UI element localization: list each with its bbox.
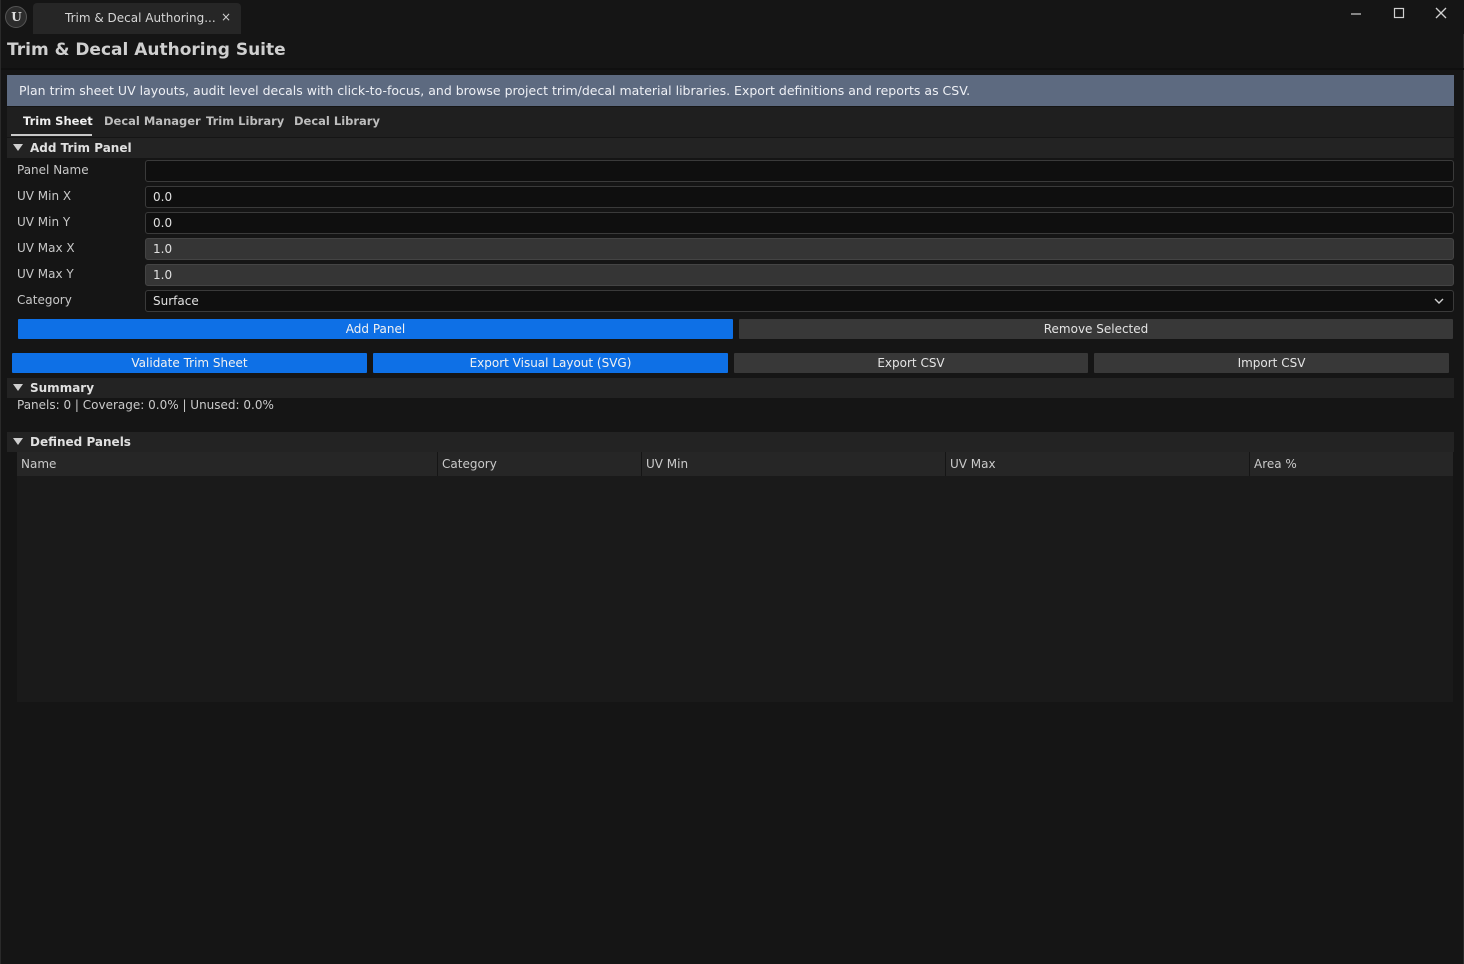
app-window: U Trim & Decal Authoring... × Trim & Dec… xyxy=(0,0,1464,964)
minimize-icon xyxy=(1351,13,1361,15)
close-tab-icon[interactable]: × xyxy=(219,10,233,24)
unreal-logo-icon[interactable]: U xyxy=(5,6,27,28)
tab-bar: Trim Sheet Decal Manager Trim Library De… xyxy=(7,107,1454,137)
export-csv-button[interactable]: Export CSV xyxy=(734,353,1088,373)
chevron-down-icon xyxy=(1434,298,1444,304)
category-label: Category xyxy=(17,293,72,307)
document-tab[interactable]: Trim & Decal Authoring... × xyxy=(33,3,241,34)
panel-name-input[interactable] xyxy=(145,160,1454,182)
column-header-label: Area % xyxy=(1254,457,1297,471)
uv-min-y-input[interactable] xyxy=(145,212,1454,234)
page-title: Trim & Decal Authoring Suite xyxy=(7,40,286,60)
export-svg-button[interactable]: Export Visual Layout (SVG) xyxy=(373,353,728,373)
column-header-label: UV Max xyxy=(950,457,996,471)
section-title: Summary xyxy=(30,381,95,395)
section-title: Defined Panels xyxy=(30,435,131,449)
info-banner-text: Plan trim sheet UV layouts, audit level … xyxy=(19,83,971,98)
column-header-category[interactable]: Category xyxy=(438,452,642,476)
column-header-uv-min[interactable]: UV Min xyxy=(642,452,946,476)
add-panel-button[interactable]: Add Panel xyxy=(18,319,733,339)
category-selected-value: Surface xyxy=(153,294,199,308)
column-header-name[interactable]: Name xyxy=(17,452,438,476)
panel-name-label: Panel Name xyxy=(17,163,89,177)
close-window-button[interactable] xyxy=(1426,3,1456,23)
column-header-uv-max[interactable]: UV Max xyxy=(946,452,1250,476)
section-add-trim-panel[interactable]: Add Trim Panel xyxy=(7,138,1454,158)
section-title: Add Trim Panel xyxy=(30,141,132,155)
remove-selected-button[interactable]: Remove Selected xyxy=(739,319,1453,339)
validate-trim-sheet-button[interactable]: Validate Trim Sheet xyxy=(12,353,367,373)
close-icon xyxy=(1435,7,1447,19)
tab-trim-library[interactable]: Trim Library xyxy=(206,114,284,128)
uv-max-y-input[interactable] xyxy=(145,264,1454,286)
collapse-arrow-icon[interactable] xyxy=(13,144,23,151)
maximize-icon xyxy=(1393,7,1405,19)
uv-min-y-label: UV Min Y xyxy=(17,215,71,229)
tab-decal-manager[interactable]: Decal Manager xyxy=(104,114,201,128)
uv-min-x-input[interactable] xyxy=(145,186,1454,208)
panels-table-body[interactable] xyxy=(17,476,1453,702)
minimize-button[interactable] xyxy=(1341,3,1371,23)
tab-decal-library[interactable]: Decal Library xyxy=(294,114,380,128)
column-header-label: UV Min xyxy=(646,457,689,471)
uv-max-x-input[interactable] xyxy=(145,238,1454,260)
collapse-arrow-icon[interactable] xyxy=(13,438,23,445)
active-tab-indicator xyxy=(11,134,92,136)
document-tab-label: Trim & Decal Authoring... xyxy=(65,11,216,25)
section-summary[interactable]: Summary xyxy=(7,378,1454,398)
title-bar: U Trim & Decal Authoring... × xyxy=(1,0,1464,34)
uv-min-x-label: UV Min X xyxy=(17,189,72,203)
uv-max-y-label: UV Max Y xyxy=(17,267,74,281)
uv-max-x-label: UV Max X xyxy=(17,241,75,255)
summary-stats: Panels: 0 | Coverage: 0.0% | Unused: 0.0… xyxy=(17,398,274,412)
divider xyxy=(1,68,1464,70)
category-dropdown[interactable]: Surface xyxy=(145,290,1454,312)
column-header-label: Category xyxy=(442,457,497,471)
info-banner: Plan trim sheet UV layouts, audit level … xyxy=(7,75,1454,106)
import-csv-button[interactable]: Import CSV xyxy=(1094,353,1449,373)
collapse-arrow-icon[interactable] xyxy=(13,384,23,391)
tab-trim-sheet[interactable]: Trim Sheet xyxy=(23,114,93,128)
table-header: Name Category UV Min UV Max Area % xyxy=(17,452,1453,476)
column-header-area[interactable]: Area % xyxy=(1250,452,1453,476)
maximize-button[interactable] xyxy=(1384,3,1414,23)
section-defined-panels[interactable]: Defined Panels xyxy=(7,432,1454,452)
column-header-label: Name xyxy=(21,457,57,471)
